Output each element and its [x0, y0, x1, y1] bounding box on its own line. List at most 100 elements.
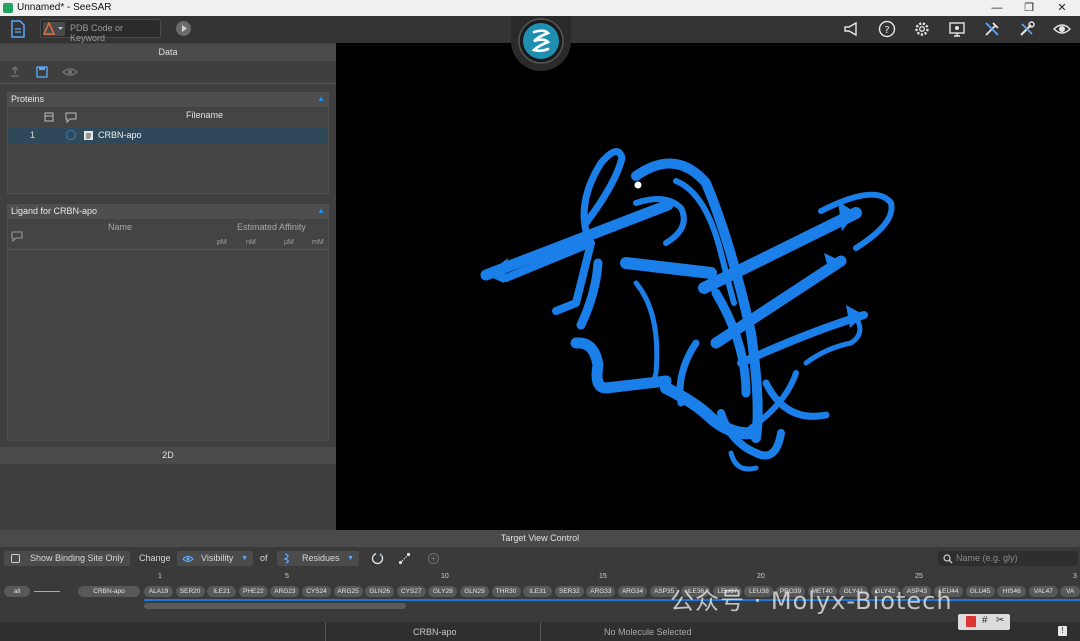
proteins-header[interactable]: Proteins ▲	[7, 92, 329, 106]
residue-chip[interactable]: ARG34	[618, 586, 647, 597]
export-icon[interactable]	[8, 65, 22, 79]
residue-chip[interactable]: ILE21	[207, 586, 237, 597]
load-button[interactable]	[176, 21, 191, 36]
residue-chip[interactable]: GLY28	[428, 586, 458, 597]
new-document-icon[interactable]	[9, 20, 27, 38]
ligands-title: Ligand for CRBN-apo	[11, 206, 98, 216]
connector-line	[34, 591, 60, 592]
3d-viewer[interactable]	[336, 43, 1080, 530]
visibility-icon[interactable]	[62, 65, 78, 79]
residue-chip[interactable]: GLN29	[460, 586, 489, 597]
residue-chip[interactable]: PHE22	[238, 586, 268, 597]
warning-icon	[42, 21, 63, 35]
window-title: Unnamed* - SeeSAR	[17, 2, 112, 13]
residue-icon	[283, 553, 289, 564]
display-icon[interactable]	[948, 20, 966, 38]
residue-chip[interactable]: SER32	[554, 586, 584, 597]
divider	[8, 249, 328, 250]
residue-chip[interactable]: SER20	[175, 586, 205, 597]
proteins-table: Filename 1 CRBN-apo	[7, 106, 329, 194]
status-selection: No Molecule Selected	[604, 627, 692, 637]
refresh-icon[interactable]	[371, 552, 384, 565]
announce-icon[interactable]	[843, 20, 861, 38]
seq-number: 10	[441, 573, 449, 580]
affinity-column-header[interactable]: Estimated Affinity	[237, 222, 306, 232]
of-label: of	[260, 553, 268, 563]
expand-icon[interactable]	[398, 552, 411, 565]
unit-um: µM	[284, 239, 294, 246]
filter-icon[interactable]	[426, 552, 441, 565]
seq-number: 25	[915, 573, 923, 580]
warning-dropdown[interactable]	[42, 21, 65, 36]
comment-icon[interactable]	[65, 112, 77, 123]
show-binding-site-label: Show Binding Site Only	[30, 553, 125, 563]
tool-icon[interactable]: ✂	[996, 615, 1004, 626]
unit-pm: pM	[217, 239, 227, 246]
proteins-title: Proteins	[11, 94, 45, 104]
seq-number: 3	[1073, 573, 1077, 580]
seq-number: 5	[285, 573, 289, 580]
residue-chip[interactable]: VAL47	[1028, 586, 1058, 597]
divider	[325, 622, 326, 641]
panel-2d-title[interactable]: 2D	[0, 447, 336, 464]
molecule-chip[interactable]: CRBN-apo	[78, 586, 140, 597]
save-icon[interactable]	[35, 65, 49, 79]
eye-icon[interactable]	[1053, 20, 1071, 38]
table-row[interactable]: 1 CRBN-apo	[8, 128, 328, 143]
close-button[interactable]: ✕	[1047, 0, 1077, 16]
help-icon[interactable]: ?	[878, 20, 896, 38]
wrench-icon[interactable]	[1018, 20, 1036, 38]
pdb-search-field[interactable]: PDB Code or Keyword	[40, 19, 161, 43]
active-indicator[interactable]	[66, 130, 76, 140]
all-residues-button[interactable]: all	[4, 586, 30, 597]
protein-name: CRBN-apo	[98, 130, 142, 140]
protein-ribbon[interactable]	[336, 43, 1080, 530]
residue-chip[interactable]: ARG33	[586, 586, 616, 597]
collapse-icon[interactable]: ▲	[317, 92, 325, 106]
dropdown-arrow-icon: ▼	[347, 555, 354, 562]
residue-chip[interactable]: ARG25	[333, 586, 363, 597]
unit-mm: mM	[312, 239, 324, 246]
play-icon	[182, 25, 187, 32]
horizontal-scrollbar[interactable]	[144, 603, 406, 609]
residue-chip[interactable]: ILE31	[523, 586, 553, 597]
residues-dropdown[interactable]: Residues ▼	[277, 551, 359, 566]
bookmark-icon[interactable]	[44, 112, 54, 122]
watermark-text: 公众号 · Molyx-Biotech	[670, 587, 953, 615]
show-binding-site-toggle[interactable]: Show Binding Site Only	[4, 551, 130, 566]
document-icon	[84, 131, 93, 140]
grid-icon[interactable]: #	[982, 615, 988, 626]
residue-chip[interactable]: VA	[1060, 586, 1080, 597]
seesar-logo	[511, 16, 571, 71]
residue-chip[interactable]: HIS46	[997, 586, 1027, 597]
tools-icon[interactable]	[983, 20, 1001, 38]
restore-button[interactable]: ❐	[1014, 0, 1044, 16]
residues-label: Residues	[302, 553, 340, 563]
ligand-name-column-header[interactable]: Name	[108, 222, 132, 232]
visibility-dropdown[interactable]: Visibility ▼	[177, 551, 253, 566]
checkbox-icon[interactable]	[11, 554, 20, 563]
minimize-button[interactable]: —	[982, 0, 1012, 16]
residue-chip[interactable]: THR30	[491, 586, 521, 597]
filename-column-header[interactable]: Filename	[186, 110, 223, 120]
residue-name-filter[interactable]: Name (e.g. gly)	[938, 551, 1078, 566]
ligands-header[interactable]: Ligand for CRBN-apo ▲	[7, 204, 329, 218]
seq-number: 20	[757, 573, 765, 580]
ime-icon[interactable]	[966, 616, 976, 627]
filter-placeholder: Name (e.g. gly)	[956, 553, 1018, 563]
ime-toolbar[interactable]: # ✂	[958, 614, 1010, 630]
residue-chip[interactable]: CYS24	[302, 586, 331, 597]
notification-icon[interactable]: !	[1058, 626, 1067, 636]
search-icon	[943, 554, 953, 564]
collapse-icon[interactable]: ▲	[317, 204, 325, 218]
residue-chip[interactable]: ARG23	[270, 586, 300, 597]
residue-chip[interactable]: CYS27	[396, 586, 426, 597]
status-protein: CRBN-apo	[413, 627, 457, 637]
residue-chip[interactable]: GLU45	[965, 586, 995, 597]
residue-chip[interactable]: GLN26	[365, 586, 395, 597]
settings-icon[interactable]	[913, 20, 931, 38]
comment-icon[interactable]	[11, 231, 23, 242]
residue-chip[interactable]: ALA19	[144, 586, 173, 597]
seq-number: 15	[599, 573, 607, 580]
dropdown-arrow-icon: ▼	[241, 555, 248, 562]
